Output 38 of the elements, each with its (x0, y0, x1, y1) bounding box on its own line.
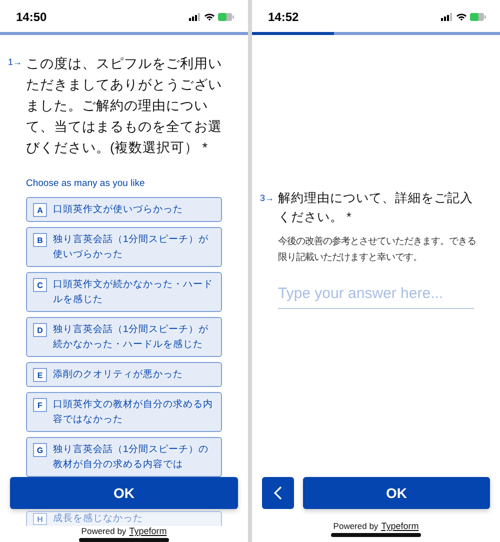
question-text: 解約理由について、詳細をご記入ください。 * (278, 190, 474, 226)
status-time: 14:52 (268, 10, 299, 24)
choice-option[interactable]: D 独り言英会話（1分間スピーチ）が続かなかった・ハードルを感じた (26, 317, 222, 357)
choice-option[interactable]: G 独り言英会話（1分間スピーチ）の教材が自分の求める内容では (26, 437, 222, 477)
choice-option[interactable]: C 口頭英作文が続かなかった・ハードルを感じた (26, 272, 222, 312)
powered-by-text: Powered by (81, 526, 126, 536)
question-text: この度は、スピフルをご利用いただきましてありがとうございました。ご解約の理由について、当てはまるものを全てお選びください。(複数選択可） * (26, 55, 223, 157)
wifi-icon (456, 13, 467, 21)
typeform-link[interactable]: Typeform (381, 521, 419, 531)
typeform-link[interactable]: Typeform (129, 526, 167, 536)
battery-icon (470, 13, 486, 21)
question-description: 今後の改善の参考とさせていただきます。できる限り記載いただけますと幸いです。 (278, 234, 477, 264)
powered-by-text: Powered by (333, 521, 378, 531)
back-button[interactable] (262, 477, 294, 509)
hint-text: Choose as many as you like (26, 178, 146, 189)
choice-key: F (33, 398, 47, 412)
choice-key: C (33, 278, 47, 292)
choice-key: D (33, 323, 47, 337)
choice-key: H (33, 513, 47, 525)
question-number: 3→ (260, 192, 274, 205)
choice-key: G (33, 443, 47, 457)
battery-icon (218, 13, 234, 21)
signal-icon (441, 13, 453, 21)
ok-button[interactable]: OK (303, 477, 490, 509)
choice-option[interactable]: A 口頭英作文が使いづらかった (26, 197, 222, 222)
choice-key: B (33, 233, 47, 247)
choice-key: E (33, 368, 47, 382)
chevron-left-icon (274, 486, 282, 500)
status-time: 14:50 (16, 10, 47, 24)
answer-field[interactable]: Type your answer here... (278, 281, 474, 309)
signal-icon (189, 13, 201, 21)
question-number: 1→ (8, 56, 22, 69)
choice-option[interactable]: F 口頭英作文の教材が自分の求める内容ではなかった (26, 392, 222, 432)
choice-option[interactable]: B 独り言英会話（1分間スピーチ）が使いづらかった (26, 227, 222, 267)
choice-key: A (33, 203, 47, 217)
choice-option[interactable]: E 添削のクオリティが悪かった (26, 362, 222, 387)
ok-button[interactable]: OK (10, 477, 238, 509)
wifi-icon (204, 13, 215, 21)
